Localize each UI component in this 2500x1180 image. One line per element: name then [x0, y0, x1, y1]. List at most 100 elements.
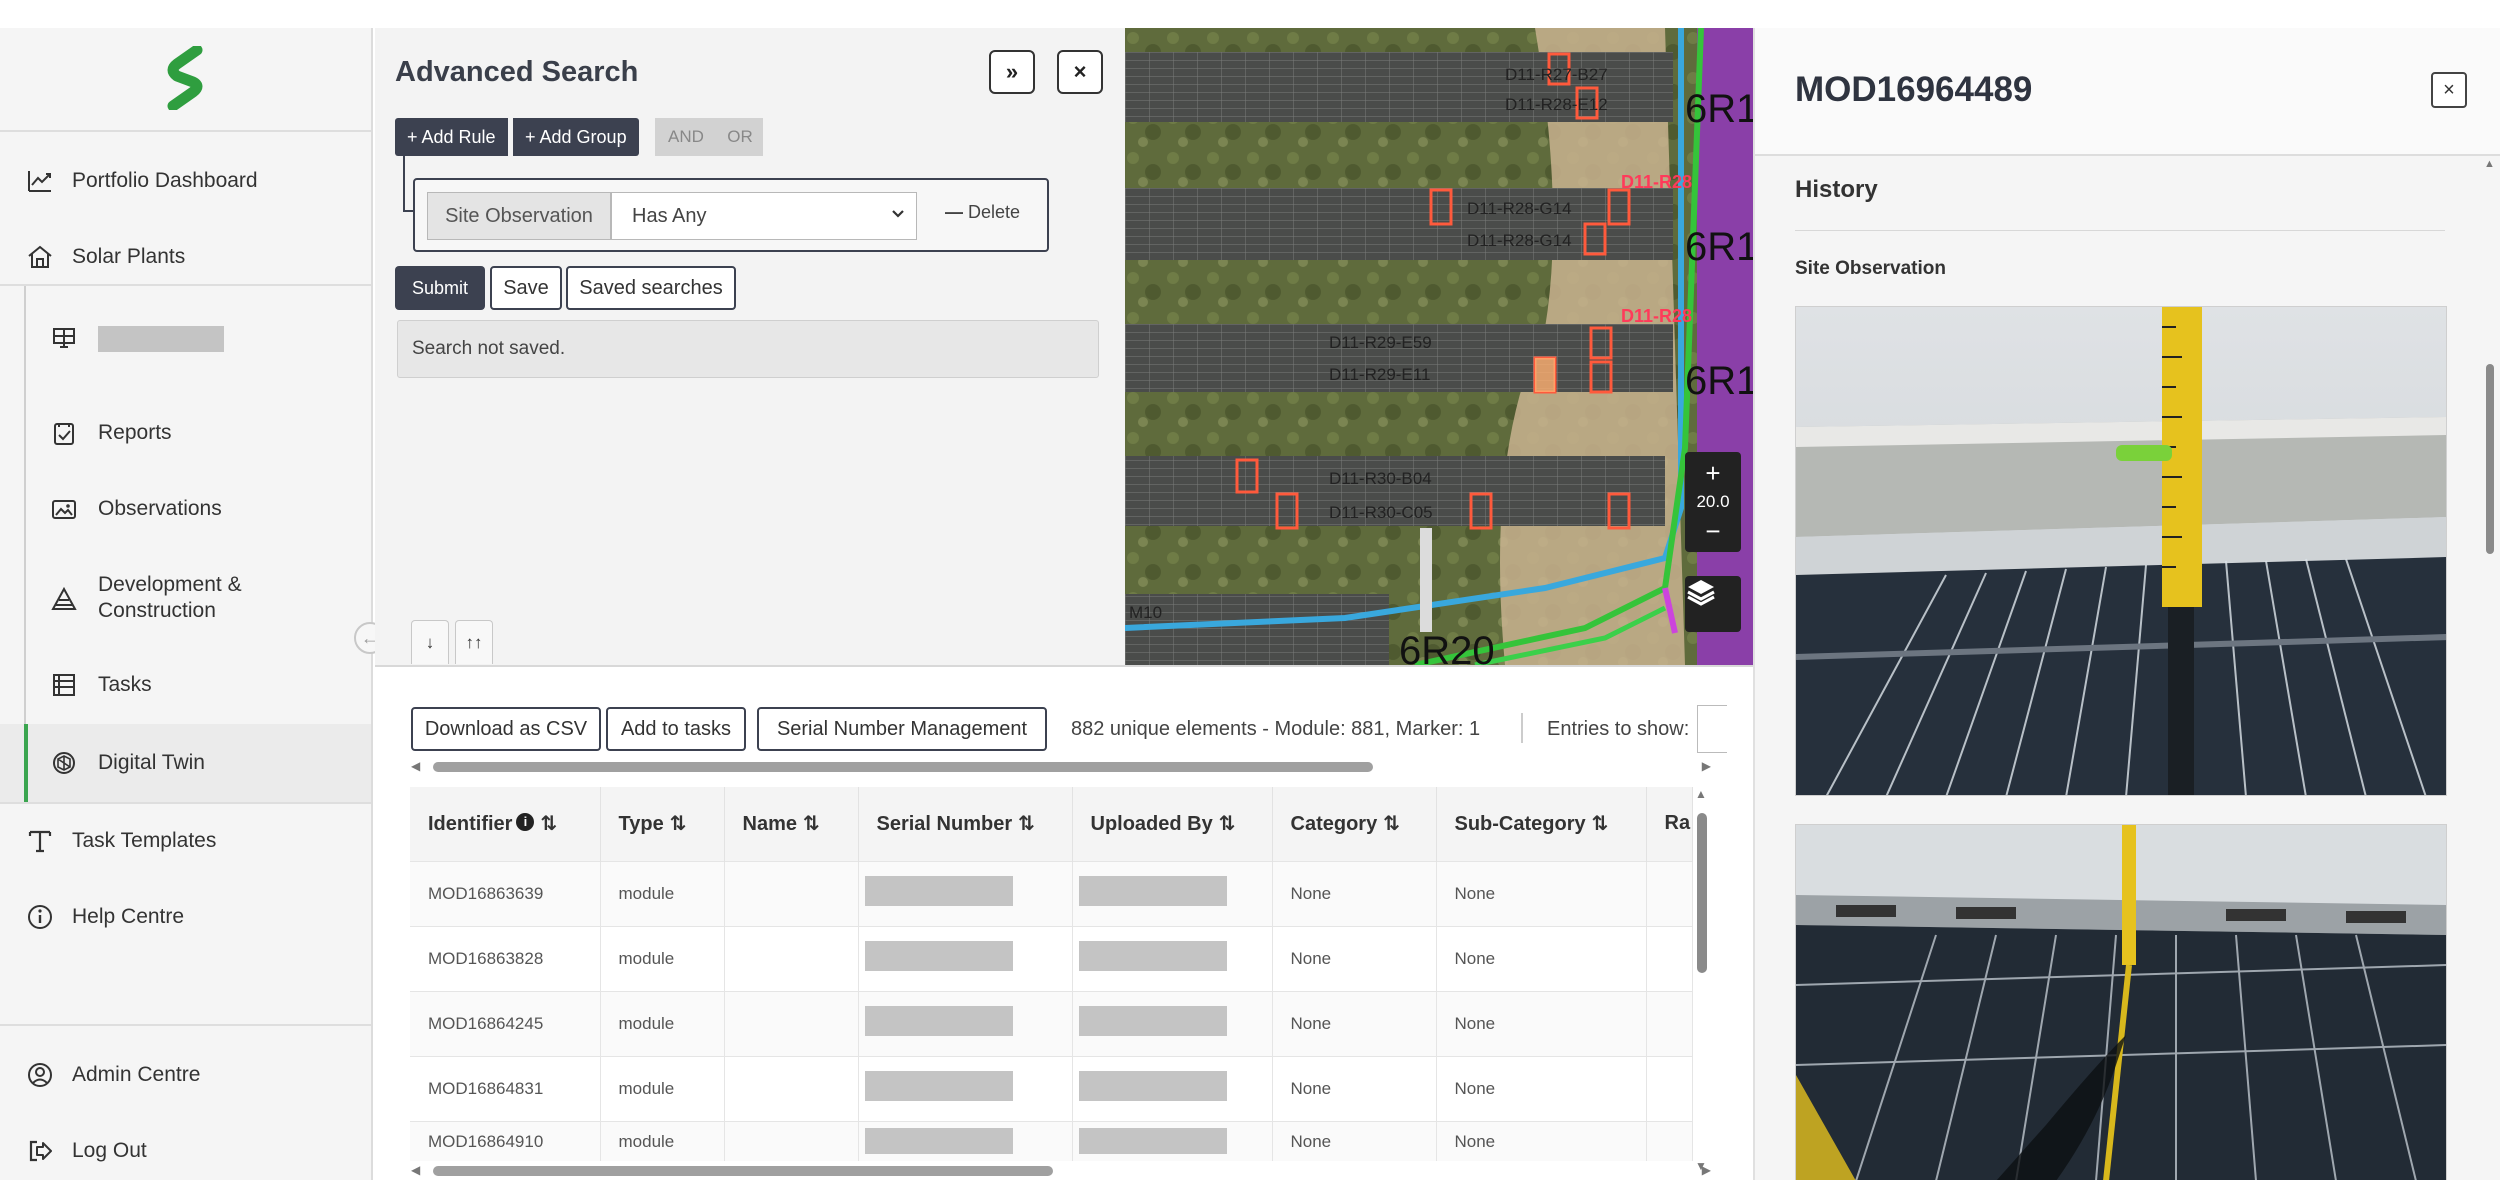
row-label: 6R1 [1685, 87, 1753, 131]
sidebar-item-portfolio-dashboard[interactable]: Portfolio Dashboard [0, 152, 371, 210]
sidebar-item-observations[interactable]: Observations [0, 480, 371, 538]
horizontal-scrollbar-top[interactable]: ◀ ▶ [411, 759, 1711, 775]
digital-twin-map[interactable]: D11-R27-B27 D11-R28-E12 D11-R28-G14 D11-… [1125, 28, 1753, 665]
sidebar-item-digital-twin[interactable]: Digital Twin [0, 724, 371, 802]
user-circle-icon [26, 1061, 54, 1089]
horizontal-scrollbar-bottom[interactable]: ◀ ▶ [411, 1163, 1711, 1179]
cell-serial-number [858, 990, 1073, 1056]
tab-collapse-up[interactable]: ↑↑ [455, 620, 493, 664]
scroll-left-icon[interactable]: ◀ [411, 759, 420, 773]
sidebar-item-log-out[interactable]: Log Out [0, 1122, 371, 1180]
column-header-sub-category[interactable]: Sub-Category ⇅ [1436, 787, 1647, 861]
zoom-in-button[interactable]: + [1705, 458, 1720, 488]
row-label: 6R20 [1399, 629, 1495, 665]
cell-uploaded-by [1072, 925, 1273, 991]
column-header-identifier[interactable]: Identifier i ⇅ [410, 787, 601, 861]
scroll-left-icon[interactable]: ◀ [411, 1163, 420, 1177]
entries-select[interactable] [1697, 705, 1727, 753]
layers-button[interactable] [1685, 576, 1741, 632]
column-header-name[interactable]: Name ⇅ [724, 787, 859, 861]
sort-icon[interactable]: ⇅ [1018, 813, 1035, 835]
sidebar-item-solar-plants[interactable]: Solar Plants [0, 228, 371, 286]
sort-icon[interactable]: ⇅ [1219, 813, 1236, 835]
scrollbar-thumb[interactable] [1697, 813, 1707, 973]
info-icon[interactable]: i [516, 812, 535, 831]
table-row[interactable]: MOD16863828 module None None [410, 925, 1693, 991]
cell-type: module [600, 925, 725, 991]
rule-delete-button[interactable]: — Delete [945, 202, 1020, 223]
observation-photo[interactable] [1795, 306, 2447, 796]
sidebar-item-help-centre[interactable]: Help Centre [0, 888, 371, 946]
table-row[interactable]: MOD16863639 module None None [410, 860, 1693, 926]
or-toggle[interactable]: OR [717, 118, 763, 156]
table-row[interactable]: MOD16864245 module None None [410, 990, 1693, 1056]
checklist-icon [50, 419, 78, 447]
element-detail-panel: MOD16964489 × History Site Observation ▲ [1753, 28, 2500, 1180]
zoom-out-button[interactable]: − [1705, 516, 1720, 546]
expand-button[interactable]: » [989, 50, 1035, 94]
add-group-button[interactable]: + Add Group [513, 118, 639, 156]
add-rule-button[interactable]: + Add Rule [395, 118, 508, 156]
sidebar-item-task-templates[interactable]: Task Templates [0, 812, 371, 870]
task-template-icon [26, 827, 54, 855]
map-canvas[interactable]: D11-R27-B27 D11-R28-E12 D11-R28-G14 D11-… [1125, 28, 1753, 665]
submit-button[interactable]: Submit [395, 266, 485, 310]
scrollbar-thumb[interactable] [433, 762, 1373, 772]
rule-operator-value: Has Any [632, 204, 707, 227]
observation-photo-image [1796, 307, 2446, 795]
sidebar-item-label-line1: Development & [98, 573, 242, 596]
observation-photo[interactable] [1795, 824, 2447, 1180]
sidebar-item-development-construction[interactable]: Development & Construction [0, 556, 371, 642]
home-icon [26, 243, 54, 271]
info-circle-icon [26, 903, 54, 931]
table-header-row: Identifier i ⇅ Type ⇅ Name ⇅ Serial Number ⇅ … [410, 787, 1693, 861]
column-header-label: Uploaded By [1090, 813, 1213, 836]
sidebar-item-tasks[interactable]: Tasks [0, 656, 371, 714]
add-to-tasks-button[interactable]: Add to tasks [606, 707, 746, 751]
close-detail-button[interactable]: × [2431, 72, 2467, 108]
download-csv-button[interactable]: Download as CSV [411, 707, 601, 751]
column-header-label: Serial Number [876, 813, 1013, 836]
serial-number-management-button[interactable]: Serial Number Management [757, 707, 1047, 751]
vertical-scrollbar[interactable]: ▲ ▼ [1693, 787, 1711, 1173]
sort-icon[interactable]: ⇅ [540, 813, 557, 835]
sort-icon[interactable]: ⇅ [1383, 813, 1400, 835]
table-row[interactable]: MOD16864831 module None None [410, 1055, 1693, 1121]
column-header-serial-number[interactable]: Serial Number ⇅ [858, 787, 1073, 861]
map-label: M10 [1129, 603, 1162, 622]
table-row[interactable]: MOD16864910 module None None [410, 1120, 1693, 1161]
column-header-truncated[interactable]: Ra [1646, 787, 1693, 861]
zoom-control: + 20.0 − [1685, 452, 1741, 552]
tab-collapse-down[interactable]: ↓ [411, 620, 449, 664]
active-indicator [24, 724, 28, 802]
sidebar-item-label: Admin Centre [72, 1063, 201, 1086]
close-search-button[interactable]: × [1057, 50, 1103, 94]
column-header-uploaded-by[interactable]: Uploaded By ⇅ [1072, 787, 1273, 861]
and-toggle[interactable]: AND [655, 118, 717, 156]
saved-searches-button[interactable]: Saved searches [566, 266, 736, 310]
save-button[interactable]: Save [490, 266, 562, 310]
sidebar-item-reports[interactable]: Reports [0, 404, 371, 462]
chevron-down-icon [890, 205, 906, 226]
app-logo[interactable] [163, 46, 209, 110]
sidebar-item-label: Task Templates [72, 829, 217, 852]
scrollbar-thumb[interactable] [433, 1166, 1053, 1176]
sidebar-item-admin-centre[interactable]: Admin Centre [0, 1046, 371, 1104]
rule-field-select[interactable]: Site Observation [427, 192, 611, 240]
scroll-up-icon[interactable]: ▲ [2484, 158, 2495, 170]
scroll-right-icon[interactable]: ▶ [1702, 1163, 1711, 1177]
sort-icon[interactable]: ⇅ [1592, 813, 1609, 835]
sidebar-item-plant[interactable] [0, 308, 371, 366]
cell-category: None [1272, 925, 1437, 991]
sort-icon[interactable]: ⇅ [670, 813, 687, 835]
sort-icon[interactable]: ⇅ [803, 813, 820, 835]
column-header-category[interactable]: Category ⇅ [1272, 787, 1437, 861]
detail-vertical-scrollbar[interactable]: ▲ [2481, 156, 2499, 1180]
column-header-label: Identifier [428, 813, 513, 836]
rule-operator-select[interactable]: Has Any [611, 192, 917, 240]
cell-name [724, 990, 859, 1056]
scrollbar-thumb[interactable] [2486, 364, 2494, 554]
scroll-up-icon[interactable]: ▲ [1695, 787, 1707, 801]
scroll-right-icon[interactable]: ▶ [1702, 759, 1711, 773]
column-header-type[interactable]: Type ⇅ [600, 787, 725, 861]
